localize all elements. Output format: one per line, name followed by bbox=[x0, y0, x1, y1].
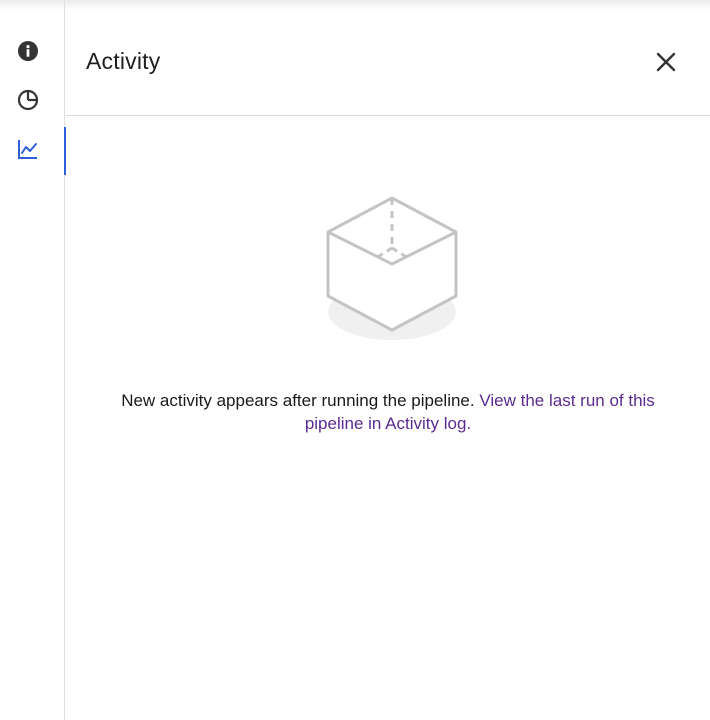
rail-button-activity[interactable] bbox=[0, 125, 66, 175]
close-button[interactable] bbox=[652, 50, 680, 78]
activity-panel: Activity New activity appears after runn… bbox=[66, 0, 710, 720]
close-icon bbox=[655, 51, 677, 78]
panel-title: Activity bbox=[86, 48, 161, 74]
info-icon bbox=[17, 40, 39, 62]
line-chart-icon bbox=[17, 138, 39, 160]
rail-button-usage[interactable] bbox=[0, 76, 65, 124]
panel-header: Activity bbox=[66, 0, 710, 116]
activity-view: Activity New activity appears after runn… bbox=[0, 0, 710, 720]
pie-chart-icon bbox=[17, 89, 39, 111]
rail-button-info[interactable] bbox=[0, 27, 65, 75]
empty-box-icon bbox=[324, 192, 460, 344]
empty-state-message: New activity appears after running the p… bbox=[96, 389, 680, 435]
empty-state-text: New activity appears after running the p… bbox=[121, 391, 475, 410]
side-rail bbox=[0, 0, 66, 720]
